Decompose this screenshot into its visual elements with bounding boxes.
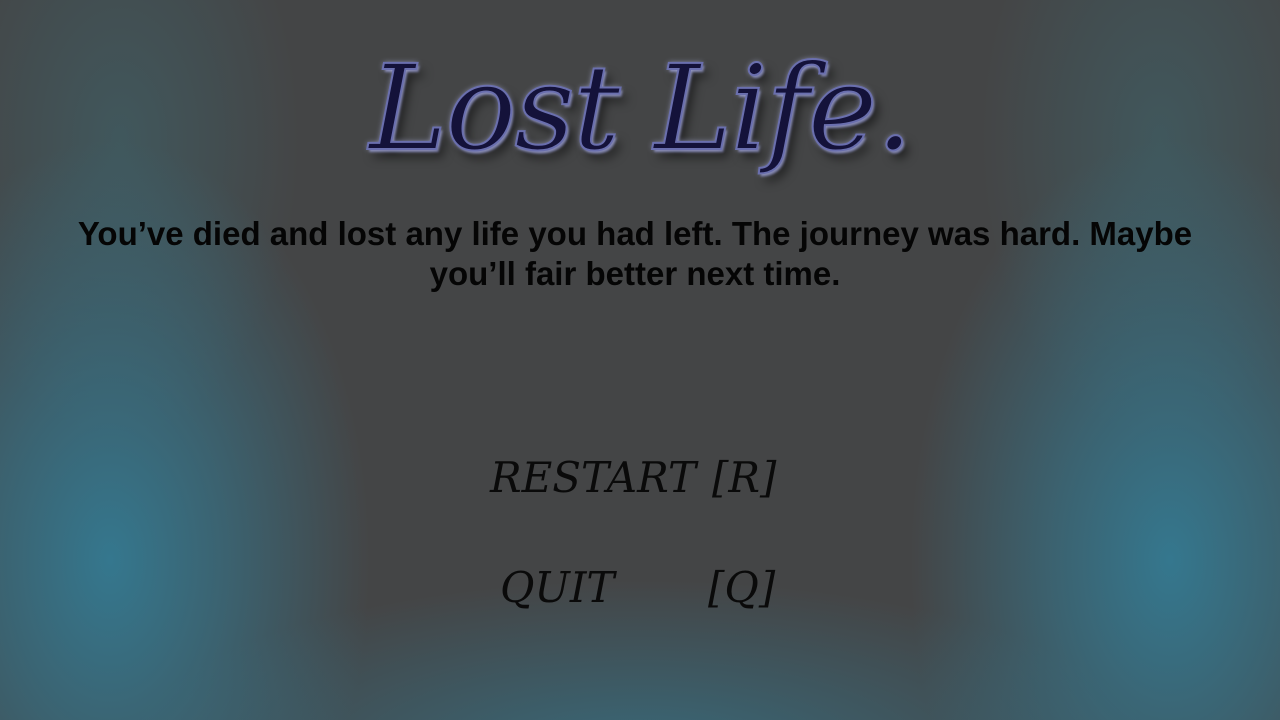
restart-key-hint: [R]	[712, 453, 777, 502]
quit-key-hint: [Q]	[708, 563, 776, 612]
quit-label: QUIT	[500, 563, 615, 612]
game-over-title: Lost Life.	[368, 38, 914, 178]
game-over-message: You’ve died and lost any life you had le…	[77, 215, 1193, 292]
restart-label: RESTART	[490, 453, 697, 502]
restart-option[interactable]: RESTART [R]	[490, 448, 790, 508]
quit-option[interactable]: QUIT [Q]	[500, 558, 790, 618]
